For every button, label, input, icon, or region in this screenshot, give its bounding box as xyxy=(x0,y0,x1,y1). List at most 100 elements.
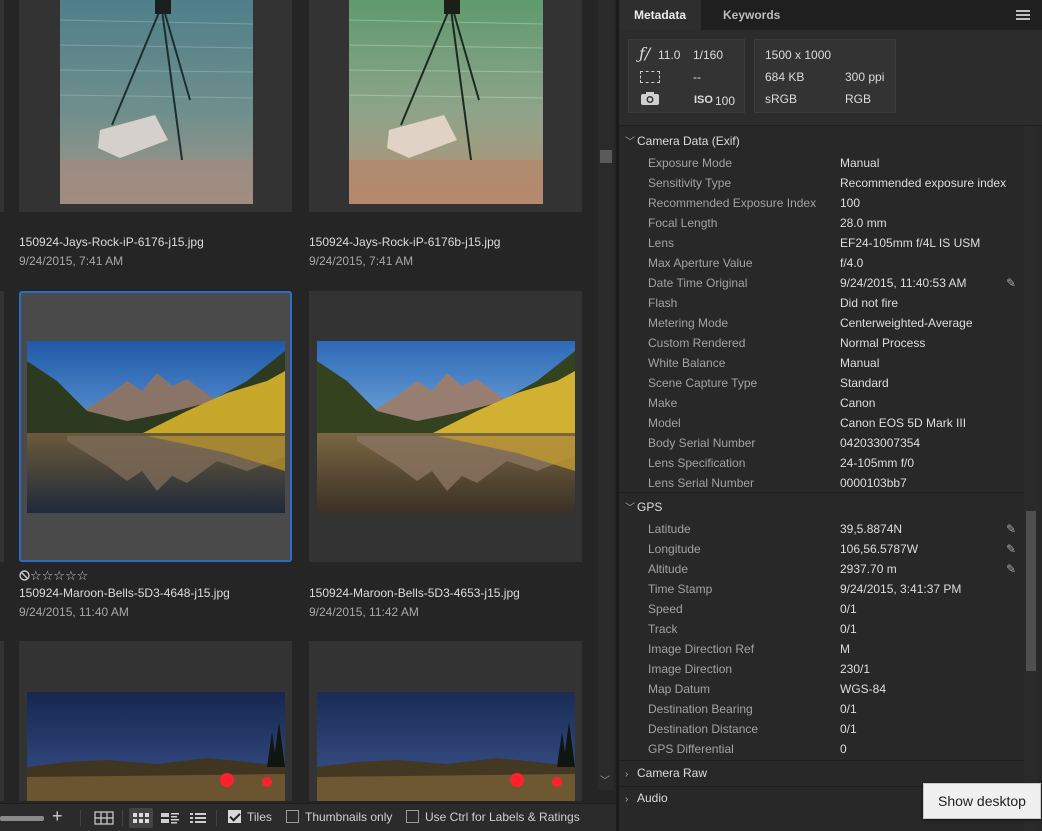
section-divider xyxy=(619,760,1024,761)
section-camera-raw[interactable]: › Camera Raw xyxy=(625,766,707,780)
thumbnail-tile[interactable] xyxy=(309,641,582,801)
thumbnail-tile[interactable] xyxy=(0,291,4,562)
metadata-value: Recommended exposure index xyxy=(840,176,1007,190)
toolbar-divider xyxy=(216,810,217,826)
star-icons[interactable]: ☆☆☆☆☆ xyxy=(30,568,88,583)
section-audio[interactable]: › Audio xyxy=(625,791,668,805)
tiles-checkbox[interactable] xyxy=(228,810,241,823)
edit-pencil-icon[interactable]: ✎ xyxy=(1006,542,1016,556)
metadata-key: Image Direction Ref xyxy=(648,642,755,656)
metadata-row: Speed 0/1 xyxy=(648,602,1023,622)
metadata-row: White Balance Manual xyxy=(648,356,1023,376)
metadata-key: Max Aperture Value xyxy=(648,256,753,270)
file-name: 150924-Jays-Rock-iP-6176b-j15.jpg xyxy=(309,235,501,249)
thumbnail-tile[interactable] xyxy=(0,0,4,212)
section-gps[interactable]: ﹀ GPS xyxy=(625,499,662,514)
file-date: 9/24/2015, 7:41 AM xyxy=(309,254,414,268)
file-name: 150924-Maroon-Bells-5D3-4648-j15.jpg xyxy=(19,586,230,600)
metadata-value: Manual xyxy=(840,156,880,170)
scrollbar-thumb[interactable] xyxy=(1026,511,1036,671)
scroll-down-arrow-icon[interactable]: ﹀ xyxy=(600,772,610,787)
metadata-row: Image Direction 230/1 xyxy=(648,662,1023,682)
thumbnail-tile-selected[interactable] xyxy=(19,291,292,562)
metadata-key: Latitude xyxy=(648,522,691,536)
thumbnails-icon xyxy=(133,813,149,823)
metadata-row: Exposure Mode Manual xyxy=(648,156,1023,176)
thumbnail-view-button[interactable] xyxy=(129,808,153,828)
metadata-value: Centerweighted-Average xyxy=(840,316,973,330)
metadata-row: Date Time Original 9/24/2015, 11:40:53 AM… xyxy=(648,276,1023,296)
metadata-key: Recommended Exposure Index xyxy=(648,196,817,210)
edit-pencil-icon[interactable]: ✎ xyxy=(1006,276,1016,290)
metadata-row: Flash Did not fire xyxy=(648,296,1023,316)
metadata-value: Canon xyxy=(840,396,876,410)
metadata-value: 2937.70 m xyxy=(840,562,897,576)
metadata-row: Latitude 39,5.8874N ✎ xyxy=(648,522,1023,542)
details-view-button[interactable] xyxy=(158,808,182,828)
metadata-key: Focal Length xyxy=(648,216,718,230)
edit-pencil-icon[interactable]: ✎ xyxy=(1006,562,1016,576)
metadata-key: Time Stamp xyxy=(648,582,713,596)
metadata-key: Lens Serial Number xyxy=(648,476,755,490)
section-title: GPS xyxy=(637,500,663,514)
iso-value: 100 xyxy=(715,94,736,108)
show-desktop-tooltip: Show desktop xyxy=(923,783,1041,819)
reject-icon[interactable] xyxy=(19,570,30,581)
zoom-in-button[interactable]: + xyxy=(52,806,63,827)
metadata-value: 0/1 xyxy=(840,622,857,636)
thumbnail-image xyxy=(349,0,543,204)
list-view-button[interactable] xyxy=(186,808,210,828)
tiles-option[interactable]: Tiles xyxy=(228,810,272,824)
metadata-row: Time Stamp 9/24/2015, 3:41:37 PM xyxy=(648,582,1023,602)
chevron-down-icon: ﹀ xyxy=(625,503,635,514)
metadata-row: Track 0/1 xyxy=(648,622,1023,642)
thumbnail-tile[interactable] xyxy=(309,291,582,562)
tab-keywords[interactable]: Keywords xyxy=(708,0,795,30)
metadata-scrollbar[interactable] xyxy=(1024,126,1038,831)
metadata-key: Longitude xyxy=(648,542,701,556)
metadata-value: 100 xyxy=(840,196,861,210)
ctrl-labels-option[interactable]: Use Ctrl for Labels & Ratings xyxy=(406,810,580,824)
thumbnail-tile[interactable] xyxy=(19,641,292,801)
edit-pencil-icon[interactable]: ✎ xyxy=(1006,522,1016,536)
panel-tabs: Metadata Keywords xyxy=(619,0,1042,30)
file-name: 150924-Maroon-Bells-5D3-4653-j15.jpg xyxy=(309,586,520,600)
scrollbar-thumb[interactable] xyxy=(600,150,612,163)
metadata-row: Max Aperture Value f/4.0 xyxy=(648,256,1023,276)
tab-metadata[interactable]: Metadata xyxy=(619,0,702,30)
panel-menu-icon[interactable] xyxy=(1016,10,1030,20)
metadata-row: Body Serial Number 042033007354 xyxy=(648,436,1023,456)
rating-stars[interactable]: ☆☆☆☆☆ xyxy=(19,568,88,584)
metadata-value: 28.0 mm xyxy=(840,216,887,230)
metadata-row: Lens Specification 24-105mm f/0 xyxy=(648,456,1023,476)
ctrl-labels-checkbox[interactable] xyxy=(406,810,419,823)
metadata-key: Flash xyxy=(648,296,678,310)
metadata-key: Track xyxy=(648,622,678,636)
metadata-row: Altitude 2937.70 m ✎ xyxy=(648,562,1023,582)
metadata-value: WGS-84 xyxy=(840,682,887,696)
metadata-row: Destination Bearing 0/1 xyxy=(648,702,1023,722)
metadata-value: 0/1 xyxy=(840,702,857,716)
content-scrollbar[interactable]: ﹀ xyxy=(598,0,614,790)
metadata-value: 9/24/2015, 3:41:37 PM xyxy=(840,582,962,596)
thumbnail-tile[interactable] xyxy=(19,0,292,212)
thumbnails-only-option[interactable]: Thumbnails only xyxy=(286,810,392,824)
metadata-row: Destination Distance 0/1 xyxy=(648,722,1023,742)
grid-view-button[interactable] xyxy=(92,808,116,828)
metadata-value: 106,56.5787W xyxy=(840,542,919,556)
grid-icon xyxy=(94,811,114,825)
thumbnail-size-slider[interactable] xyxy=(0,816,44,821)
thumbnail-tile[interactable] xyxy=(0,641,4,801)
thumbnails-only-checkbox[interactable] xyxy=(286,810,299,823)
section-divider xyxy=(619,492,1024,493)
metadata-key: Lens Specification xyxy=(648,456,746,470)
section-camera-data[interactable]: ﹀ Camera Data (Exif) xyxy=(625,133,740,148)
metadata-key: Map Datum xyxy=(648,682,711,696)
metadata-value: Canon EOS 5D Mark III xyxy=(840,416,967,430)
thumbnail-tile[interactable] xyxy=(309,0,582,212)
metadata-value: Normal Process xyxy=(840,336,926,350)
bottom-toolbar: + Tiles Thumbnails only Use Ctrl for Lab… xyxy=(0,803,616,831)
chevron-down-icon: ﹀ xyxy=(625,137,635,148)
content-panel: 150924-Jays-Rock-iP-6176-j15.jpg 9/24/20… xyxy=(0,0,616,831)
thumbnails-only-label: Thumbnails only xyxy=(305,810,393,824)
